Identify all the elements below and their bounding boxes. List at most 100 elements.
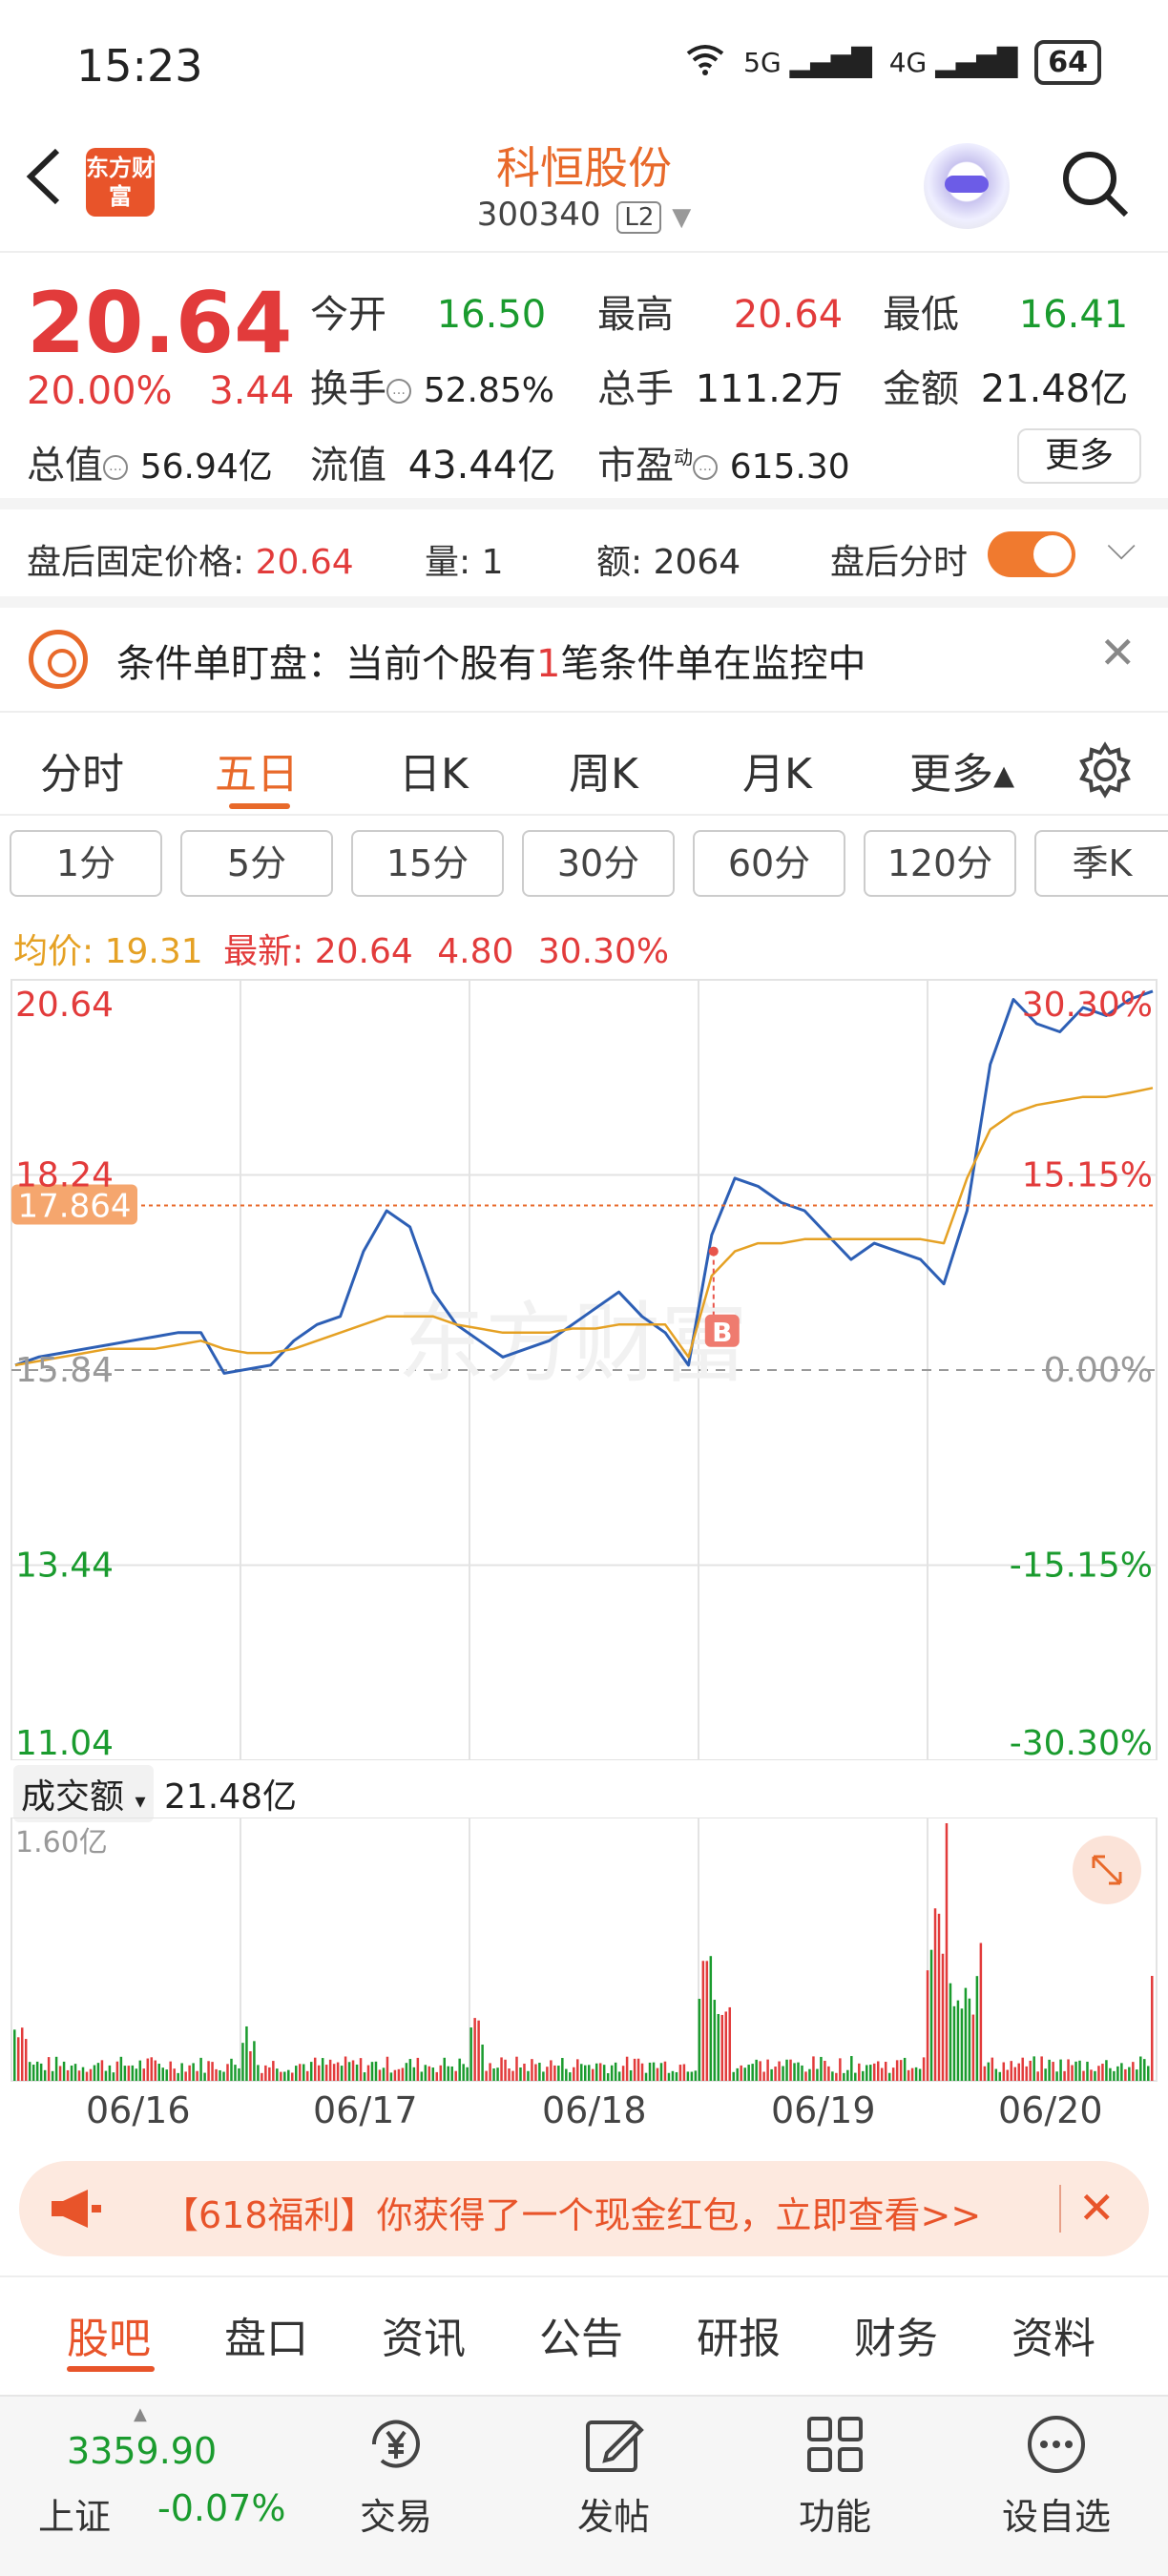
btn-15min[interactable]: 15分 <box>351 830 504 897</box>
volume-bar <box>192 2063 195 2081</box>
tab-research[interactable]: 研报 <box>697 2304 781 2365</box>
volume-bar <box>872 2063 876 2081</box>
volume-bar <box>382 2067 386 2081</box>
volume-bar <box>1055 2071 1058 2081</box>
search-icon <box>1063 152 1129 218</box>
tab-profile[interactable]: 资料 <box>1012 2304 1095 2365</box>
volume-bar <box>804 2071 807 2081</box>
volume-bar <box>215 2068 218 2081</box>
nav-post[interactable]: 发帖 <box>542 2411 685 2540</box>
y-left-tick-label: 18.24 <box>15 1156 114 1195</box>
target-icon <box>29 630 88 689</box>
volume-bar <box>1002 2062 1006 2081</box>
tab-five-day[interactable]: 五日 <box>215 739 299 800</box>
search-button[interactable] <box>1059 148 1132 220</box>
tab-weekly-k[interactable]: 周K <box>569 739 638 800</box>
tab-forum[interactable]: 股吧 <box>67 2304 151 2365</box>
y-right-tick-label: 0.00% <box>1044 1351 1153 1390</box>
volume-bar <box>241 2043 244 2081</box>
tab-news[interactable]: 资讯 <box>382 2304 466 2365</box>
turnover-cell[interactable]: 换手… 52.85% <box>310 358 554 413</box>
close-icon[interactable]: ✕ <box>1099 627 1137 678</box>
more-button[interactable]: 更多 <box>1017 428 1141 484</box>
btn-120min[interactable]: 120分 <box>864 830 1016 897</box>
volume-bar <box>770 2068 773 2081</box>
condition-order-bar[interactable]: 条件单盯盘：当前个股有1笔条件单在监控中 ✕ <box>0 606 1168 711</box>
mktcap-cell[interactable]: 总值… 56.94亿 <box>27 434 273 489</box>
volume-bar <box>485 2070 488 2081</box>
volume-bar <box>295 2066 298 2081</box>
signal-4g-icon: 4G ▂▄▆█ <box>888 47 1018 78</box>
tab-orderbook[interactable]: 盘口 <box>224 2304 308 2365</box>
volume-bar <box>283 2071 286 2081</box>
amount-value: 21.48亿 <box>980 367 1129 411</box>
volume-bar <box>424 2065 428 2081</box>
promo-banner[interactable]: 【618福利】你获得了一个现金红包，立即查看>> ✕ <box>19 2161 1149 2256</box>
tab-finance[interactable]: 财务 <box>854 2304 938 2365</box>
volume-bar <box>801 2065 803 2081</box>
btn-quarter-k[interactable]: 季K <box>1034 830 1168 897</box>
volume-bar <box>1078 2060 1081 2081</box>
volume-bar <box>54 2056 58 2081</box>
volume-bar <box>127 2066 131 2081</box>
volume-bar <box>313 2057 317 2081</box>
volume-bar <box>937 1913 941 2081</box>
nav-functions[interactable]: 功能 <box>763 2411 907 2540</box>
nav-add-watchlist[interactable]: 设自选 <box>985 2411 1128 2540</box>
volume-value: 111.2万 <box>695 367 844 411</box>
volume-bar <box>656 2067 659 2081</box>
volume-bar <box>862 2070 865 2081</box>
volume-bar <box>70 2065 73 2081</box>
tab-daily-k[interactable]: 日K <box>399 739 469 800</box>
nav-trade[interactable]: 交易 <box>324 2411 468 2540</box>
btn-1min[interactable]: 1分 <box>10 830 162 897</box>
tab-announcements[interactable]: 公告 <box>539 2304 623 2365</box>
stock-code: 300340 <box>476 196 601 234</box>
volume-bar <box>96 2063 100 2081</box>
volume-bar <box>1147 2066 1150 2081</box>
chevron-down-icon[interactable]: ⌵ <box>1107 525 1136 569</box>
volume-bar <box>123 2066 127 2081</box>
volume-bar <box>1116 2066 1119 2081</box>
volume-bar <box>778 2061 781 2081</box>
volume-bar <box>119 2056 123 2081</box>
volume-bar <box>546 2067 549 2081</box>
btn-30min[interactable]: 30分 <box>522 830 675 897</box>
y-left-tick-label: 13.44 <box>15 1547 114 1586</box>
btn-5min[interactable]: 5分 <box>180 830 333 897</box>
volume-bar <box>1059 2059 1062 2081</box>
volume-bar <box>732 2071 735 2081</box>
volume-bar <box>899 2060 903 2081</box>
assistant-robot-icon[interactable] <box>924 143 1010 229</box>
volume-header[interactable]: 成交额 ▾ 21.48亿 <box>13 1765 297 1822</box>
date-label: 06/18 <box>542 2089 647 2131</box>
tab-monthly-k[interactable]: 月K <box>742 739 812 800</box>
volume-bar <box>165 2069 168 2081</box>
turnover-value: 52.85% <box>423 371 554 410</box>
volume-bar <box>299 2064 302 2081</box>
tab-more[interactable]: 更多▴ <box>909 739 1014 800</box>
settings-button[interactable] <box>1076 741 1134 799</box>
volume-type-selector[interactable]: 成交额 ▾ <box>13 1765 154 1822</box>
latest-change: 4.80 <box>437 932 514 971</box>
info-icon: … <box>386 379 411 404</box>
btn-60min[interactable]: 60分 <box>693 830 845 897</box>
caret-up-icon: ▲ <box>134 2404 147 2424</box>
index-value[interactable]: 3359.90 <box>67 2430 217 2472</box>
volume-bar <box>511 2070 514 2081</box>
volume-bar <box>614 2062 617 2081</box>
tab-intraday[interactable]: 分时 <box>40 739 124 800</box>
after-hours-toggle[interactable] <box>988 531 1075 577</box>
pe-cell[interactable]: 市盈动… 615.30 <box>597 434 850 489</box>
volume-bar <box>439 2065 443 2081</box>
five-day-price-chart[interactable]: 东方财富17.864B20.6418.2415.8413.4411.0430.3… <box>0 978 1168 1760</box>
period-tabs: 分时 五日 日K 周K 月K 更多▴ <box>0 711 1168 816</box>
volume-bar <box>682 2064 686 2081</box>
volume-bar <box>276 2068 279 2081</box>
active-tab-indicator <box>67 2366 155 2372</box>
volume-bar <box>960 2008 964 2081</box>
volume-bar <box>317 2065 321 2081</box>
volume-bar <box>534 2064 537 2081</box>
banner-close-icon[interactable]: ✕ <box>1078 2182 1116 2233</box>
volume-bar <box>762 2071 765 2081</box>
